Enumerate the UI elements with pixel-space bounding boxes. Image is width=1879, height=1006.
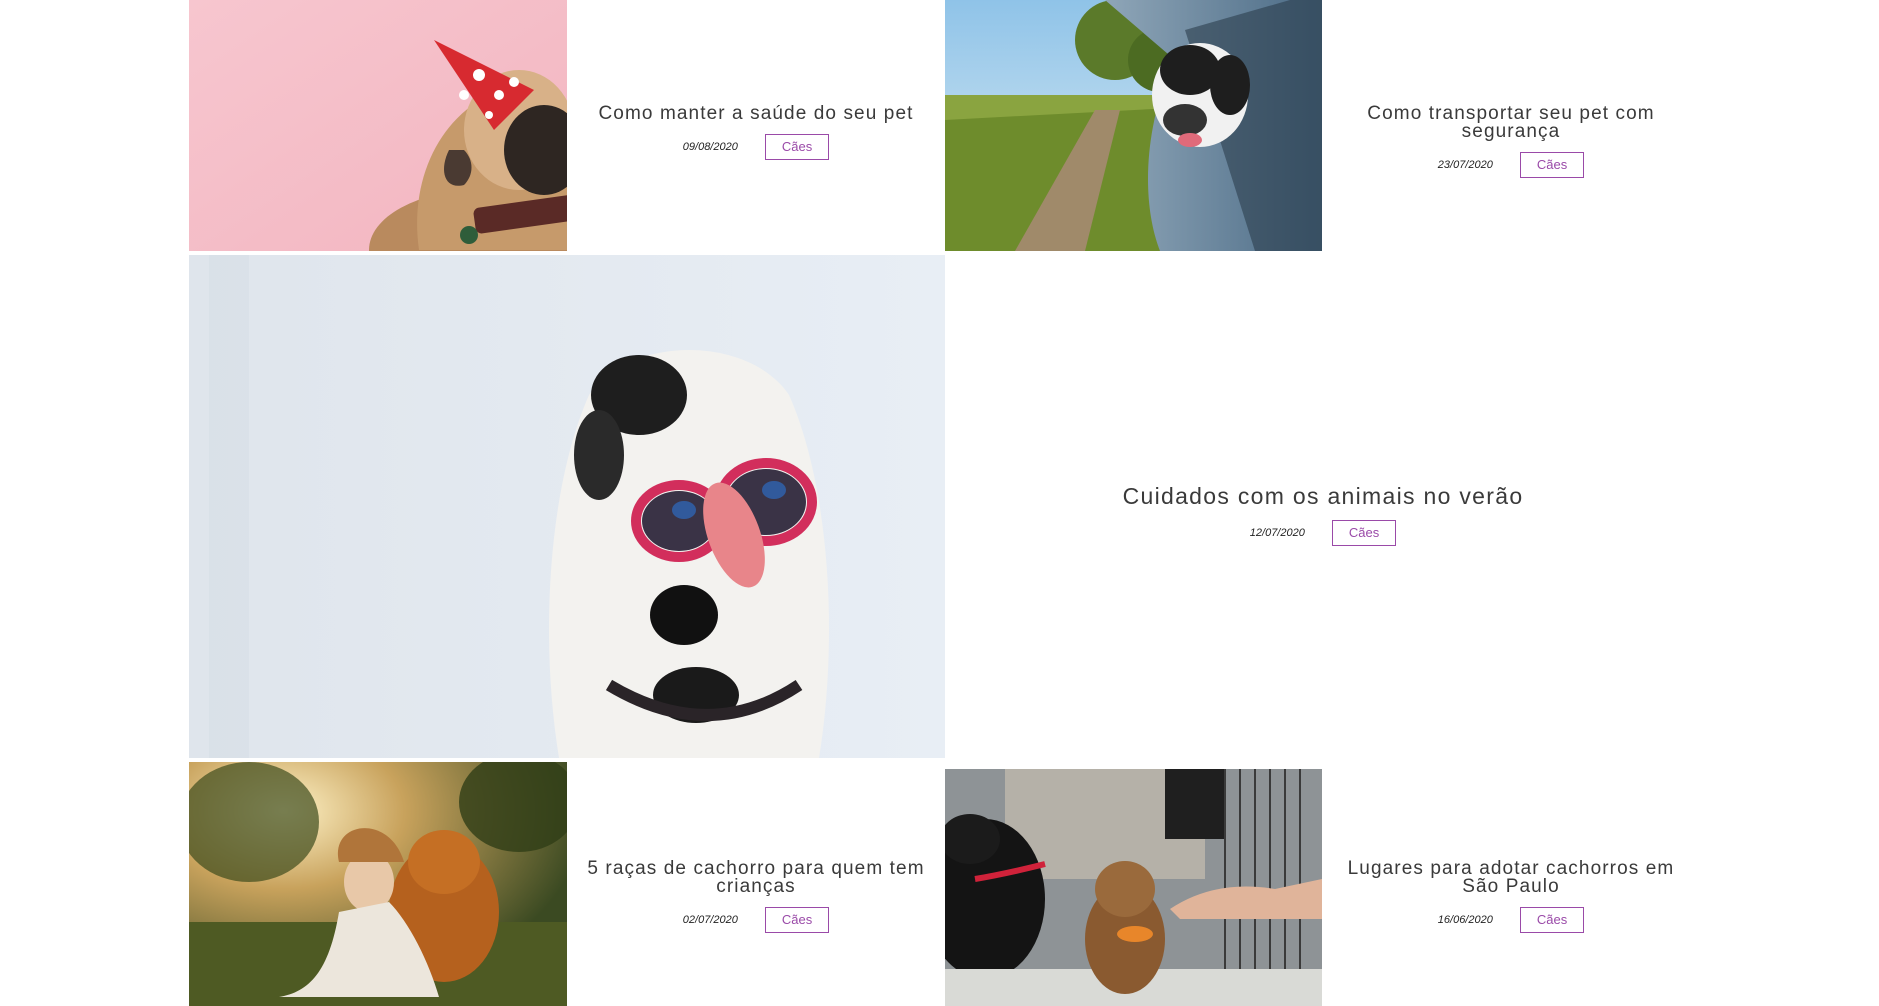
post-title[interactable]: Cuidados com os animais no verão <box>945 483 1701 509</box>
post-card-2: Como transportar seu pet com segurança 2… <box>1322 104 1700 178</box>
post-date: 23/07/2020 <box>1437 159 1493 171</box>
category-tag[interactable]: Cães <box>764 907 830 933</box>
post-image-4[interactable] <box>189 762 567 1006</box>
category-tag[interactable]: Cães <box>1519 907 1585 933</box>
post-date: 02/07/2020 <box>682 914 738 926</box>
post-card-5: Lugares para adotar cachorros em São Pau… <box>1322 859 1700 933</box>
post-date: 12/07/2020 <box>1249 527 1305 539</box>
category-tag[interactable]: Cães <box>1331 520 1397 546</box>
post-title[interactable]: Como manter a saúde do seu pet <box>567 104 945 123</box>
post-title[interactable]: Como transportar seu pet com segurança <box>1322 104 1700 141</box>
post-image-1[interactable] <box>189 0 567 251</box>
post-image-2[interactable] <box>945 0 1322 251</box>
post-image-3[interactable] <box>189 255 945 758</box>
category-tag[interactable]: Cães <box>1519 152 1585 178</box>
post-title[interactable]: Lugares para adotar cachorros em São Pau… <box>1322 859 1700 896</box>
post-title[interactable]: 5 raças de cachorro para quem tem crianç… <box>567 859 945 896</box>
category-tag[interactable]: Cães <box>764 134 830 160</box>
post-date: 16/06/2020 <box>1437 914 1493 926</box>
post-card-1: Como manter a saúde do seu pet 09/08/202… <box>567 104 945 160</box>
post-image-5[interactable] <box>945 769 1322 1006</box>
post-card-3: Cuidados com os animais no verão 12/07/2… <box>945 483 1701 546</box>
post-card-4: 5 raças de cachorro para quem tem crianç… <box>567 859 945 933</box>
post-date: 09/08/2020 <box>682 141 738 153</box>
